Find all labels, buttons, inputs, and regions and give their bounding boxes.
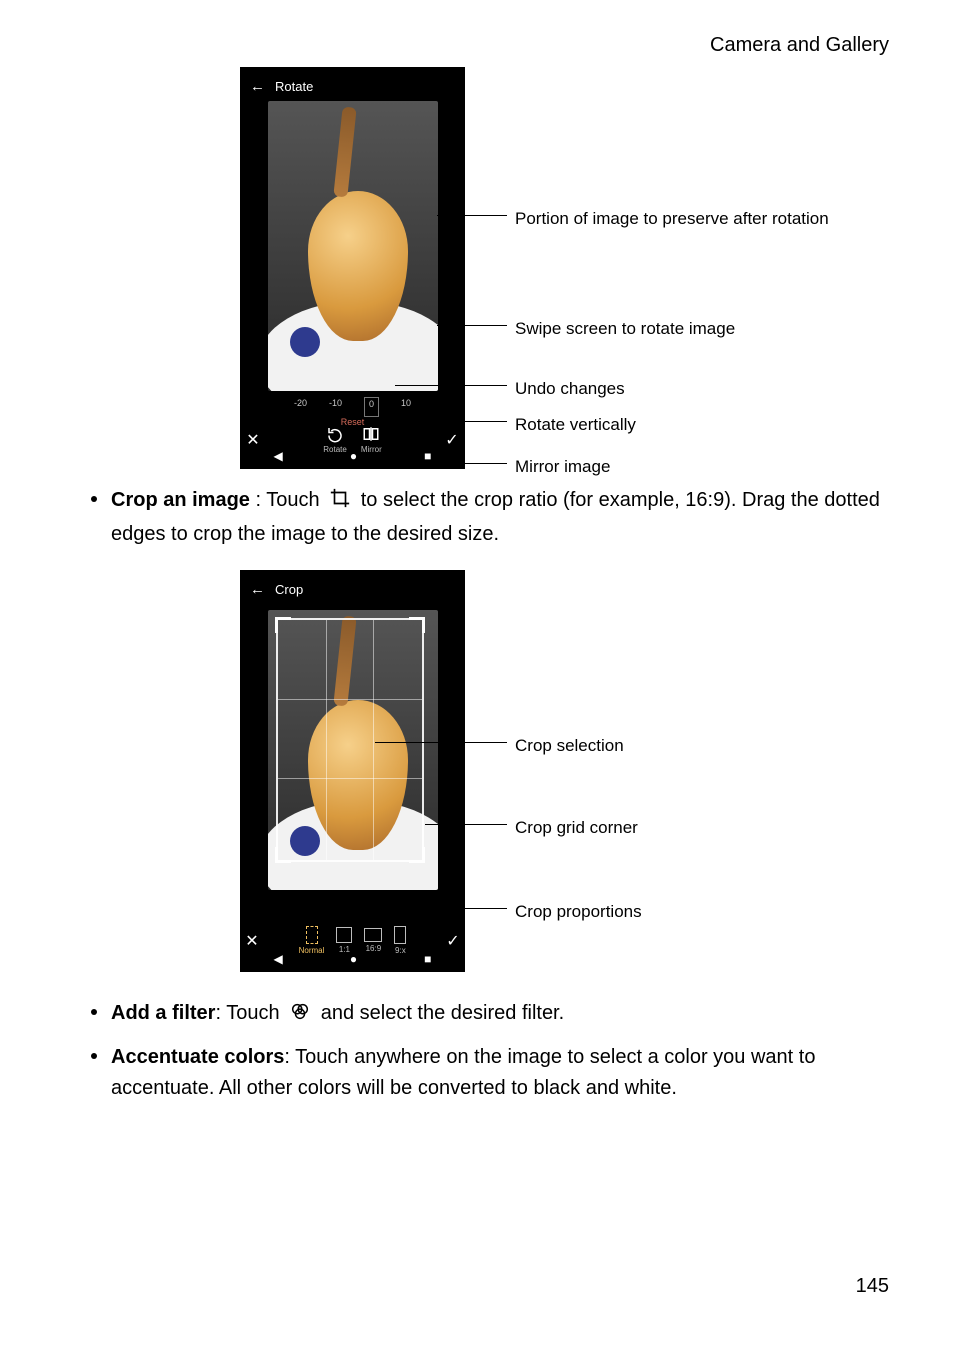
phone-title: Crop	[275, 580, 303, 600]
phone-title: Rotate	[275, 77, 313, 97]
figure-rotate: ← Rotate -20 -10 0 10 Reset ✕	[240, 67, 889, 469]
back-arrow-icon[interactable]: ←	[250, 75, 265, 98]
phone-rotate: ← Rotate -20 -10 0 10 Reset ✕	[240, 67, 465, 469]
crop-handle[interactable]	[275, 847, 291, 863]
nav-home-icon[interactable]: ●	[350, 950, 357, 969]
nav-back-icon[interactable]: ◀	[274, 950, 283, 969]
callout-crop-selection: Crop selection	[515, 733, 624, 759]
bullet-filter-title: Add a filter	[111, 1002, 215, 1024]
bullet-crop-title: Crop an image	[111, 489, 250, 511]
photo-preview[interactable]	[268, 101, 438, 391]
filter-icon	[289, 1000, 311, 1032]
figure-crop: ← Crop ✕	[240, 570, 889, 972]
callout-crop-corner: Crop grid corner	[515, 815, 638, 841]
rotation-slider[interactable]: -20 -10 0 10	[240, 397, 465, 417]
callout-preserve: Portion of image to preserve after rotat…	[515, 206, 829, 232]
crop-handle[interactable]	[409, 617, 425, 633]
crop-handle[interactable]	[409, 847, 425, 863]
back-arrow-icon[interactable]: ←	[250, 578, 265, 601]
callouts-rotate: Portion of image to preserve after rotat…	[465, 67, 954, 469]
nav-back-icon[interactable]: ◀	[274, 447, 283, 466]
callout-mirror: Mirror image	[515, 454, 610, 480]
phone-crop: ← Crop ✕	[240, 570, 465, 972]
crop-icon	[329, 487, 351, 519]
crop-selection[interactable]	[276, 618, 424, 862]
bullet-crop: Crop an image : Touch to select the crop…	[91, 485, 889, 550]
crop-handle[interactable]	[275, 617, 291, 633]
callouts-crop: Crop selection Crop grid corner Crop pro…	[465, 570, 954, 972]
callout-swipe: Swipe screen to rotate image	[515, 316, 735, 342]
header-section: Camera and Gallery	[85, 30, 889, 61]
callout-undo: Undo changes	[515, 376, 625, 402]
bullet-filter: Add a filter: Touch and select the desir…	[91, 998, 889, 1032]
bullet-accentuate: Accentuate colors: Touch anywhere on the…	[91, 1042, 889, 1104]
callout-vertical: Rotate vertically	[515, 412, 636, 438]
bullet-accentuate-title: Accentuate colors	[111, 1046, 284, 1068]
nav-home-icon[interactable]: ●	[350, 447, 357, 466]
nav-recent-icon[interactable]: ■	[424, 950, 431, 969]
page-number: 145	[856, 1271, 889, 1302]
phone-nav: ◀ ● ■	[240, 950, 465, 968]
callout-crop-proportions: Crop proportions	[515, 899, 642, 925]
